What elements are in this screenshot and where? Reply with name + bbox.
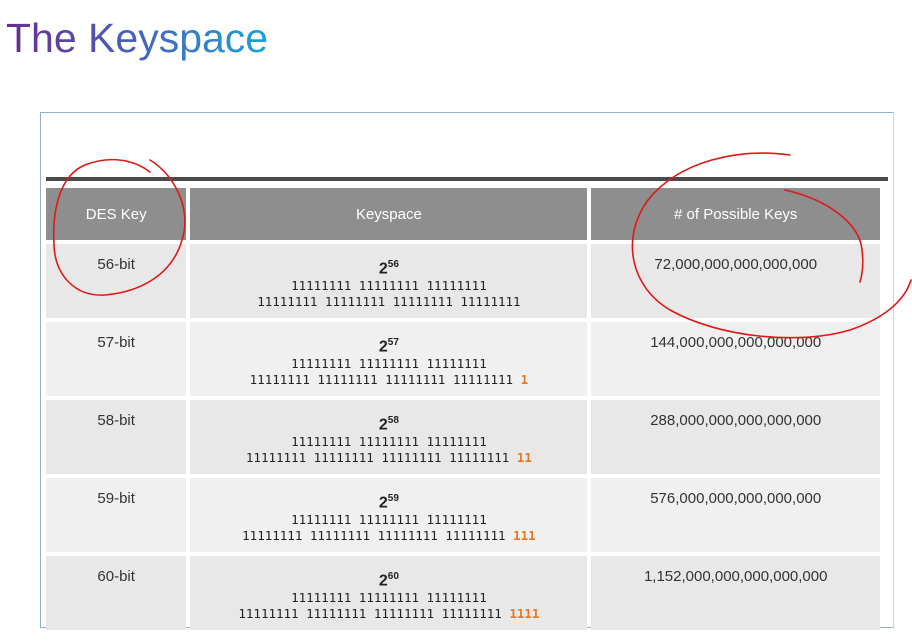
exponent: 58 [387, 415, 399, 426]
keyspace-power: 256 [378, 259, 399, 278]
cell-keyspace: 257 11111111 11111111 11111111 11111111 … [190, 322, 588, 396]
keyspace-power: 260 [378, 571, 399, 590]
extra-bits: 1111 [509, 606, 540, 622]
keyspace-power: 257 [378, 337, 399, 356]
exponent: 59 [387, 493, 399, 504]
exponent: 60 [387, 571, 399, 582]
cell-des-key: 57-bit [46, 322, 187, 396]
cell-possible-keys: 288,000,000,000,000,000 [591, 400, 880, 474]
table-row: 56-bit 256 11111111 11111111 11111111 11… [46, 244, 880, 318]
cell-possible-keys: 1,152,000,000,000,000,000 [591, 556, 880, 630]
cell-possible-keys: 144,000,000,000,000,000 [591, 322, 880, 396]
cell-keyspace: 258 11111111 11111111 11111111 11111111 … [190, 400, 588, 474]
bits-line-1: 11111111 11111111 11111111 [291, 356, 487, 372]
bits-line-1: 11111111 11111111 11111111 [291, 434, 487, 450]
bits-line-2: 11111111 11111111 11111111 11111111 [257, 294, 521, 310]
cell-keyspace: 260 11111111 11111111 11111111 11111111 … [190, 556, 588, 630]
cell-des-key: 56-bit [46, 244, 187, 318]
header-des-key: DES Key [46, 188, 187, 240]
table-row: 60-bit 260 11111111 11111111 11111111 11… [46, 556, 880, 630]
cell-des-key: 58-bit [46, 400, 187, 474]
extra-bits: 1 [520, 372, 529, 388]
cell-keyspace: 259 11111111 11111111 11111111 11111111 … [190, 478, 588, 552]
header-keyspace: Keyspace [190, 188, 588, 240]
table-header-row: DES Key Keyspace # of Possible Keys [46, 188, 880, 240]
bits-line-2: 11111111 11111111 11111111 11111111 1 [249, 372, 529, 388]
bits-line-2: 11111111 11111111 11111111 11111111 11 [245, 450, 532, 466]
table-top-rule [46, 177, 888, 181]
bits-line-1: 11111111 11111111 11111111 [291, 512, 487, 528]
cell-des-key: 60-bit [46, 556, 187, 630]
bits-line-1: 11111111 11111111 11111111 [291, 590, 487, 606]
exponent: 56 [387, 259, 399, 270]
cell-keyspace: 256 11111111 11111111 11111111 11111111 … [190, 244, 588, 318]
bits-line-2: 11111111 11111111 11111111 11111111 111 [242, 528, 536, 544]
bits-line-1: 11111111 11111111 11111111 [291, 278, 487, 294]
page-title: The Keyspace [6, 10, 268, 66]
keyspace-power: 259 [378, 493, 399, 512]
table-row: 59-bit 259 11111111 11111111 11111111 11… [46, 478, 880, 552]
table-row: 58-bit 258 11111111 11111111 11111111 11… [46, 400, 880, 474]
bits-line-2: 11111111 11111111 11111111 11111111 1111 [238, 606, 540, 622]
extra-bits: 11 [516, 450, 532, 466]
extra-bits: 111 [513, 528, 536, 544]
cell-des-key: 59-bit [46, 478, 187, 552]
cell-possible-keys: 72,000,000,000,000,000 [591, 244, 880, 318]
keyspace-power: 258 [378, 415, 399, 434]
header-possible-keys: # of Possible Keys [591, 188, 880, 240]
keyspace-table: DES Key Keyspace # of Possible Keys 56-b… [42, 184, 884, 634]
table-row: 57-bit 257 11111111 11111111 11111111 11… [46, 322, 880, 396]
exponent: 57 [387, 337, 399, 348]
cell-possible-keys: 576,000,000,000,000,000 [591, 478, 880, 552]
